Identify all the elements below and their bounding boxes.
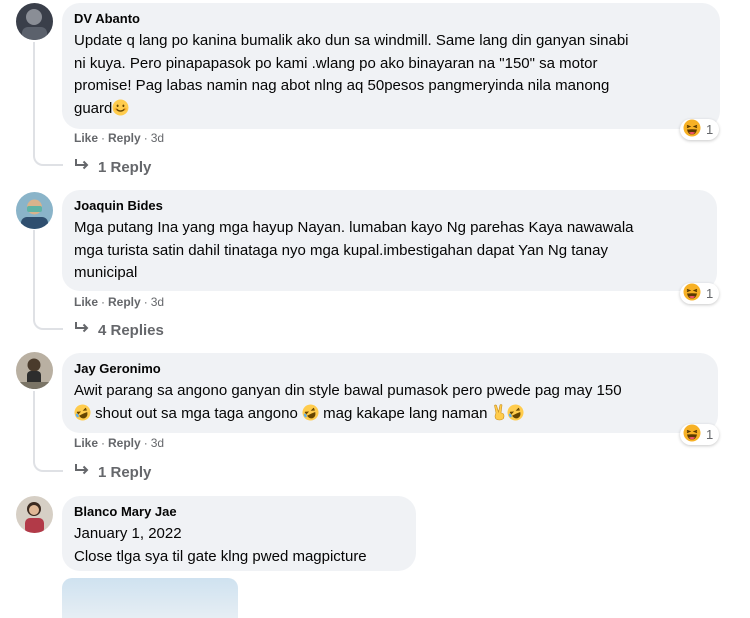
comment-author[interactable]: Jay Geronimo — [74, 361, 706, 377]
like-button[interactable]: Like — [74, 295, 98, 309]
comment-text: mga turista satin dahil tinataga nyo mga… — [74, 241, 608, 259]
attached-image[interactable] — [62, 578, 238, 618]
comment-actions: Like · Reply · 3d — [74, 130, 164, 146]
comment-text: January 1, 2022 — [74, 525, 182, 542]
reaction-count: 1 — [706, 286, 714, 301]
separator: · — [101, 295, 106, 309]
reply-button[interactable]: Reply — [108, 295, 141, 309]
comment-actions: Like · Reply · 3d — [74, 294, 164, 310]
comment-bubble: DV Abanto Update q lang po kanina bumali… — [62, 3, 720, 129]
comment-author[interactable]: Joaquin Bides — [74, 198, 705, 214]
laughing-emoji-icon — [683, 424, 701, 445]
rofl-emoji-icon — [507, 404, 524, 429]
comment-author[interactable]: DV Abanto — [74, 11, 708, 27]
laughing-emoji-icon — [683, 283, 701, 304]
comment-bubble: Jay Geronimo Awit parang sa angono ganya… — [62, 353, 718, 433]
reply-button[interactable]: Reply — [108, 131, 141, 145]
comment-author[interactable]: Blanco Mary Jae — [74, 504, 404, 520]
smiling-emoji-icon — [112, 99, 129, 124]
view-replies-link[interactable]: 4 Replies — [74, 321, 164, 341]
comment-text: Awit parang sa angono ganyan din style b… — [74, 382, 622, 399]
like-button[interactable]: Like — [74, 131, 98, 145]
reaction-summary[interactable]: 1 — [680, 424, 720, 445]
rofl-emoji-icon — [302, 404, 319, 429]
reply-arrow-icon — [74, 463, 98, 483]
thread-line — [33, 230, 35, 319]
thread-line — [33, 391, 35, 461]
rofl-emoji-icon — [74, 404, 91, 429]
thread-line — [33, 42, 35, 154]
thread-connector — [33, 458, 63, 472]
separator: · — [101, 131, 106, 145]
reply-button[interactable]: Reply — [108, 436, 141, 450]
reaction-summary[interactable]: 1 — [680, 119, 720, 140]
comment-text: municipal — [74, 264, 138, 281]
separator: · — [143, 295, 148, 309]
comment-actions: Like · Reply · 3d — [74, 435, 164, 451]
reply-arrow-icon — [74, 321, 98, 341]
separator: · — [143, 436, 148, 450]
comment-text: shout out sa mga taga angono — [95, 404, 298, 422]
comment-bubble: Joaquin Bides Mga putang Ina yang mga ha… — [62, 190, 717, 291]
comment-text: guard — [74, 99, 113, 117]
thread-connector — [33, 316, 63, 330]
view-replies-link[interactable]: 1 Reply — [74, 158, 151, 178]
replies-count-label: 4 Replies — [98, 322, 164, 339]
comment-text-line: shout out sa mga taga angono mag kakape … — [74, 403, 706, 429]
thread-connector — [33, 152, 63, 166]
avatar[interactable] — [16, 352, 53, 389]
laughing-emoji-icon — [683, 119, 701, 140]
timestamp[interactable]: 3d — [151, 131, 164, 145]
comment-text: Close tlga sya til gate klng pwed magpic… — [74, 547, 367, 565]
avatar[interactable] — [16, 3, 53, 40]
comment-text-line: guard — [74, 98, 708, 124]
avatar[interactable] — [16, 192, 53, 229]
replies-count-label: 1 Reply — [98, 159, 152, 176]
reaction-count: 1 — [706, 427, 714, 442]
comment-text: Update q lang po kanina bumalik ako dun … — [74, 32, 629, 49]
victory-hand-icon — [492, 403, 507, 429]
view-replies-link[interactable]: 1 Reply — [74, 463, 151, 483]
timestamp[interactable]: 3d — [151, 436, 164, 450]
reaction-summary[interactable]: 1 — [680, 283, 720, 304]
separator: · — [101, 436, 106, 450]
timestamp[interactable]: 3d — [151, 295, 164, 309]
like-button[interactable]: Like — [74, 436, 98, 450]
comment-text: Mga putang Ina yang mga hayup Nayan. lum… — [74, 219, 634, 236]
avatar[interactable] — [16, 496, 53, 533]
comment-bubble: Blanco Mary Jae January 1, 2022 Close tl… — [62, 496, 416, 571]
separator: · — [143, 131, 148, 145]
comment-text: promise! Pag labas namin nag abot nlng a… — [74, 77, 610, 94]
reply-arrow-icon — [74, 158, 98, 178]
comment-text: mag kakape lang naman — [323, 404, 488, 422]
replies-count-label: 1 Reply — [98, 464, 152, 481]
reaction-count: 1 — [706, 122, 714, 137]
comment-text: ni kuya. Pero pinapapasok po kami .wlang… — [74, 54, 598, 72]
